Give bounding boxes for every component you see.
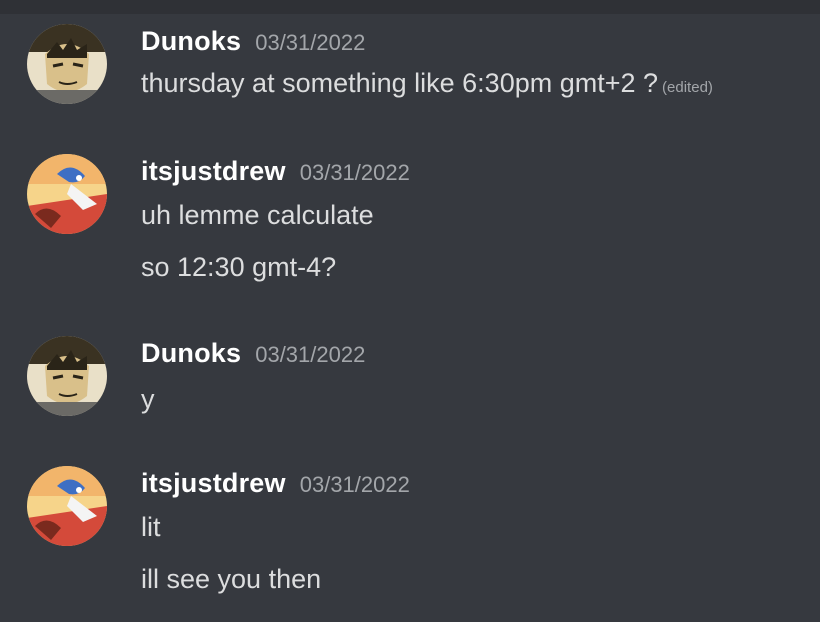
itsjustdrew-avatar-icon	[27, 154, 107, 234]
timestamp: 03/31/2022	[255, 342, 366, 367]
message-text: y	[141, 384, 155, 414]
avatar[interactable]	[27, 24, 107, 104]
message-text: lit	[141, 512, 161, 542]
timestamp: 03/31/2022	[255, 30, 366, 55]
message-text: so 12:30 gmt-4?	[141, 252, 337, 282]
message-text: uh lemme calculate	[141, 200, 374, 230]
timestamp: 03/31/2022	[299, 472, 410, 497]
itsjustdrew-avatar-icon	[27, 466, 107, 546]
username[interactable]: Dunoks	[141, 26, 241, 56]
message-content: thursday at something like 6:30pm gmt+2 …	[141, 68, 659, 98]
dunoks-avatar-icon	[27, 24, 107, 104]
username[interactable]: itsjustdrew	[141, 468, 286, 498]
username[interactable]: Dunoks	[141, 338, 241, 368]
message-text: ill see you then	[141, 564, 322, 594]
avatar[interactable]	[27, 336, 107, 416]
top-edge-bar	[0, 0, 820, 14]
avatar[interactable]	[27, 154, 107, 234]
message-text: thursday at something like 6:30pm gmt+2 …	[141, 68, 713, 99]
timestamp: 03/31/2022	[299, 160, 410, 185]
username[interactable]: itsjustdrew	[141, 156, 286, 186]
dunoks-avatar-icon	[27, 336, 107, 416]
edited-label: (edited)	[662, 79, 713, 96]
avatar[interactable]	[27, 466, 107, 546]
